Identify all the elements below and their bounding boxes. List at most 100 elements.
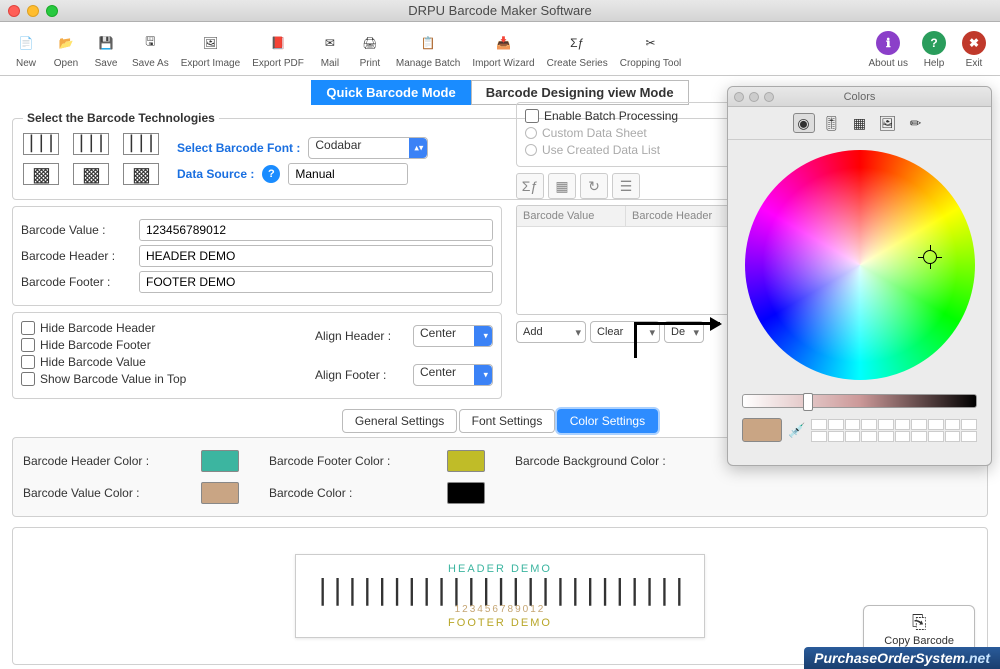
crop-icon: ✂ — [637, 29, 665, 57]
hide-value-checkbox[interactable]: Hide Barcode Value — [21, 355, 186, 369]
align-footer-label: Align Footer : — [315, 368, 405, 382]
show-top-checkbox[interactable]: Show Barcode Value in Top — [21, 372, 186, 386]
picker-close-icon[interactable] — [734, 92, 744, 102]
barcode-type-2d1-icon[interactable] — [23, 163, 59, 185]
table-add-select[interactable]: Add — [516, 321, 586, 343]
help-icon[interactable]: ? — [262, 165, 280, 183]
align-header-label: Align Header : — [315, 329, 405, 343]
formula-tool-icon[interactable]: Σƒ — [516, 173, 544, 199]
footer-color-swatch[interactable] — [447, 450, 485, 472]
help-button[interactable]: ?Help — [914, 27, 954, 71]
exit-button[interactable]: ✖Exit — [954, 27, 994, 71]
barcode-type-linear-icon[interactable] — [23, 133, 59, 155]
exppdf-icon: 📕 — [264, 29, 292, 57]
barcode-font-select[interactable]: Codabar▴▾ — [308, 137, 428, 159]
barcode-value-input[interactable] — [139, 219, 493, 241]
refresh-tool-icon[interactable]: ↻ — [580, 173, 608, 199]
expimg-icon: 🖼 — [196, 29, 224, 57]
picker-min-icon[interactable] — [749, 92, 759, 102]
color-reticle-icon[interactable] — [923, 250, 937, 264]
datasource-input[interactable] — [288, 163, 408, 185]
value-color-swatch[interactable] — [201, 482, 239, 504]
exit-icon: ✖ — [960, 29, 988, 57]
window-title: DRPU Barcode Maker Software — [0, 3, 1000, 18]
barcode-type-2d3-icon[interactable] — [123, 163, 159, 185]
picker-wheel-tab-icon[interactable]: ◉ — [793, 113, 815, 133]
preview-footer: FOOTER DEMO — [314, 617, 685, 629]
tab-font-settings[interactable]: Font Settings — [459, 409, 556, 433]
color-wheel[interactable] — [745, 150, 975, 380]
mail-icon: ✉ — [316, 29, 344, 57]
picker-pencils-tab-icon[interactable]: ✏ — [905, 113, 927, 133]
align-header-select[interactable]: Center▾ — [413, 325, 493, 347]
impwiz-icon: 📥 — [489, 29, 517, 57]
hide-header-checkbox[interactable]: Hide Barcode Header — [21, 321, 186, 335]
eyedropper-icon[interactable]: 💉 — [788, 422, 805, 439]
new-icon: 📄 — [12, 29, 40, 57]
barcode-header-label: Barcode Header : — [21, 249, 131, 263]
about-icon: ℹ — [874, 29, 902, 57]
barcode-footer-input[interactable] — [139, 271, 493, 293]
picker-sliders-tab-icon[interactable]: 🎚 — [821, 113, 843, 133]
series-button[interactable]: ΣƒCreate Series — [541, 27, 614, 71]
header-color-label: Barcode Header Color : — [23, 454, 193, 468]
barcode-header-input[interactable] — [139, 245, 493, 267]
tech-legend: Select the Barcode Technologies — [23, 111, 219, 125]
brightness-slider[interactable] — [742, 394, 977, 408]
preview-area: HEADER DEMO ||||||||||||||||||||||||| 12… — [12, 527, 988, 665]
mbatch-button[interactable]: 📋Manage Batch — [390, 27, 467, 71]
value-color-label: Barcode Value Color : — [23, 486, 193, 500]
about-button[interactable]: ℹAbout us — [863, 27, 914, 71]
picker-mode-tabs: ◉ 🎚 ▦ 🖼 ✏ — [728, 107, 991, 140]
created-list-radio: Use Created Data List — [525, 143, 727, 157]
bg-color-label: Barcode Background Color : — [515, 454, 715, 468]
barcode-color-label: Barcode Color : — [269, 486, 439, 500]
barcode-type-2d2-icon[interactable] — [73, 163, 109, 185]
barcode-type-linear2-icon[interactable] — [73, 133, 109, 155]
list-tool-icon[interactable]: ☰ — [612, 173, 640, 199]
mbatch-icon: 📋 — [414, 29, 442, 57]
mail-button[interactable]: ✉Mail — [310, 27, 350, 71]
expimg-button[interactable]: 🖼Export Image — [175, 27, 246, 71]
tab-quick-mode[interactable]: Quick Barcode Mode — [311, 80, 470, 105]
barcode-preview: HEADER DEMO ||||||||||||||||||||||||| 12… — [295, 554, 704, 637]
batch-table[interactable]: Barcode ValueBarcode Header — [516, 205, 736, 315]
saveas-icon: 🖫 — [136, 29, 164, 57]
saveas-button[interactable]: 🖫Save As — [126, 27, 175, 71]
hide-footer-checkbox[interactable]: Hide Barcode Footer — [21, 338, 186, 352]
excel-tool-icon[interactable]: ▦ — [548, 173, 576, 199]
batch-panel: Enable Batch Processing Custom Data Shee… — [516, 102, 736, 343]
recent-colors[interactable] — [811, 419, 977, 442]
header-color-swatch[interactable] — [201, 450, 239, 472]
current-color-swatch[interactable] — [742, 418, 782, 442]
tab-color-settings[interactable]: Color Settings — [557, 409, 658, 433]
save-button[interactable]: 💾Save — [86, 27, 126, 71]
barcode-options-box: Hide Barcode Header Hide Barcode Footer … — [12, 312, 502, 399]
align-footer-select[interactable]: Center▾ — [413, 364, 493, 386]
new-button[interactable]: 📄New — [6, 27, 46, 71]
font-label: Select Barcode Font : — [177, 141, 300, 155]
tab-general-settings[interactable]: General Settings — [342, 409, 457, 433]
print-button[interactable]: 🖨Print — [350, 27, 390, 71]
series-icon: Σƒ — [563, 29, 591, 57]
exppdf-button[interactable]: 📕Export PDF — [246, 27, 310, 71]
crop-button[interactable]: ✂Cropping Tool — [614, 27, 688, 71]
barcode-footer-label: Barcode Footer : — [21, 275, 131, 289]
picker-titlebar: Colors — [728, 87, 991, 107]
barcode-color-swatch[interactable] — [447, 482, 485, 504]
watermark: PurchaseOrderSystem.net — [804, 647, 1000, 669]
picker-palette-tab-icon[interactable]: ▦ — [849, 113, 871, 133]
save-icon: 💾 — [92, 29, 120, 57]
picker-max-icon[interactable] — [764, 92, 774, 102]
datasource-label: Data Source : — [177, 167, 254, 181]
print-icon: 🖨 — [356, 29, 384, 57]
titlebar: DRPU Barcode Maker Software — [0, 0, 1000, 22]
impwiz-button[interactable]: 📥Import Wizard — [466, 27, 540, 71]
open-button[interactable]: 📂Open — [46, 27, 86, 71]
enable-batch-checkbox[interactable]: Enable Batch Processing — [525, 109, 727, 123]
picker-image-tab-icon[interactable]: 🖼 — [877, 113, 899, 133]
preview-bars-icon: ||||||||||||||||||||||||| — [314, 579, 685, 601]
slider-thumb[interactable] — [803, 393, 813, 411]
custom-sheet-radio: Custom Data Sheet — [525, 126, 727, 140]
barcode-type-linear3-icon[interactable] — [123, 133, 159, 155]
